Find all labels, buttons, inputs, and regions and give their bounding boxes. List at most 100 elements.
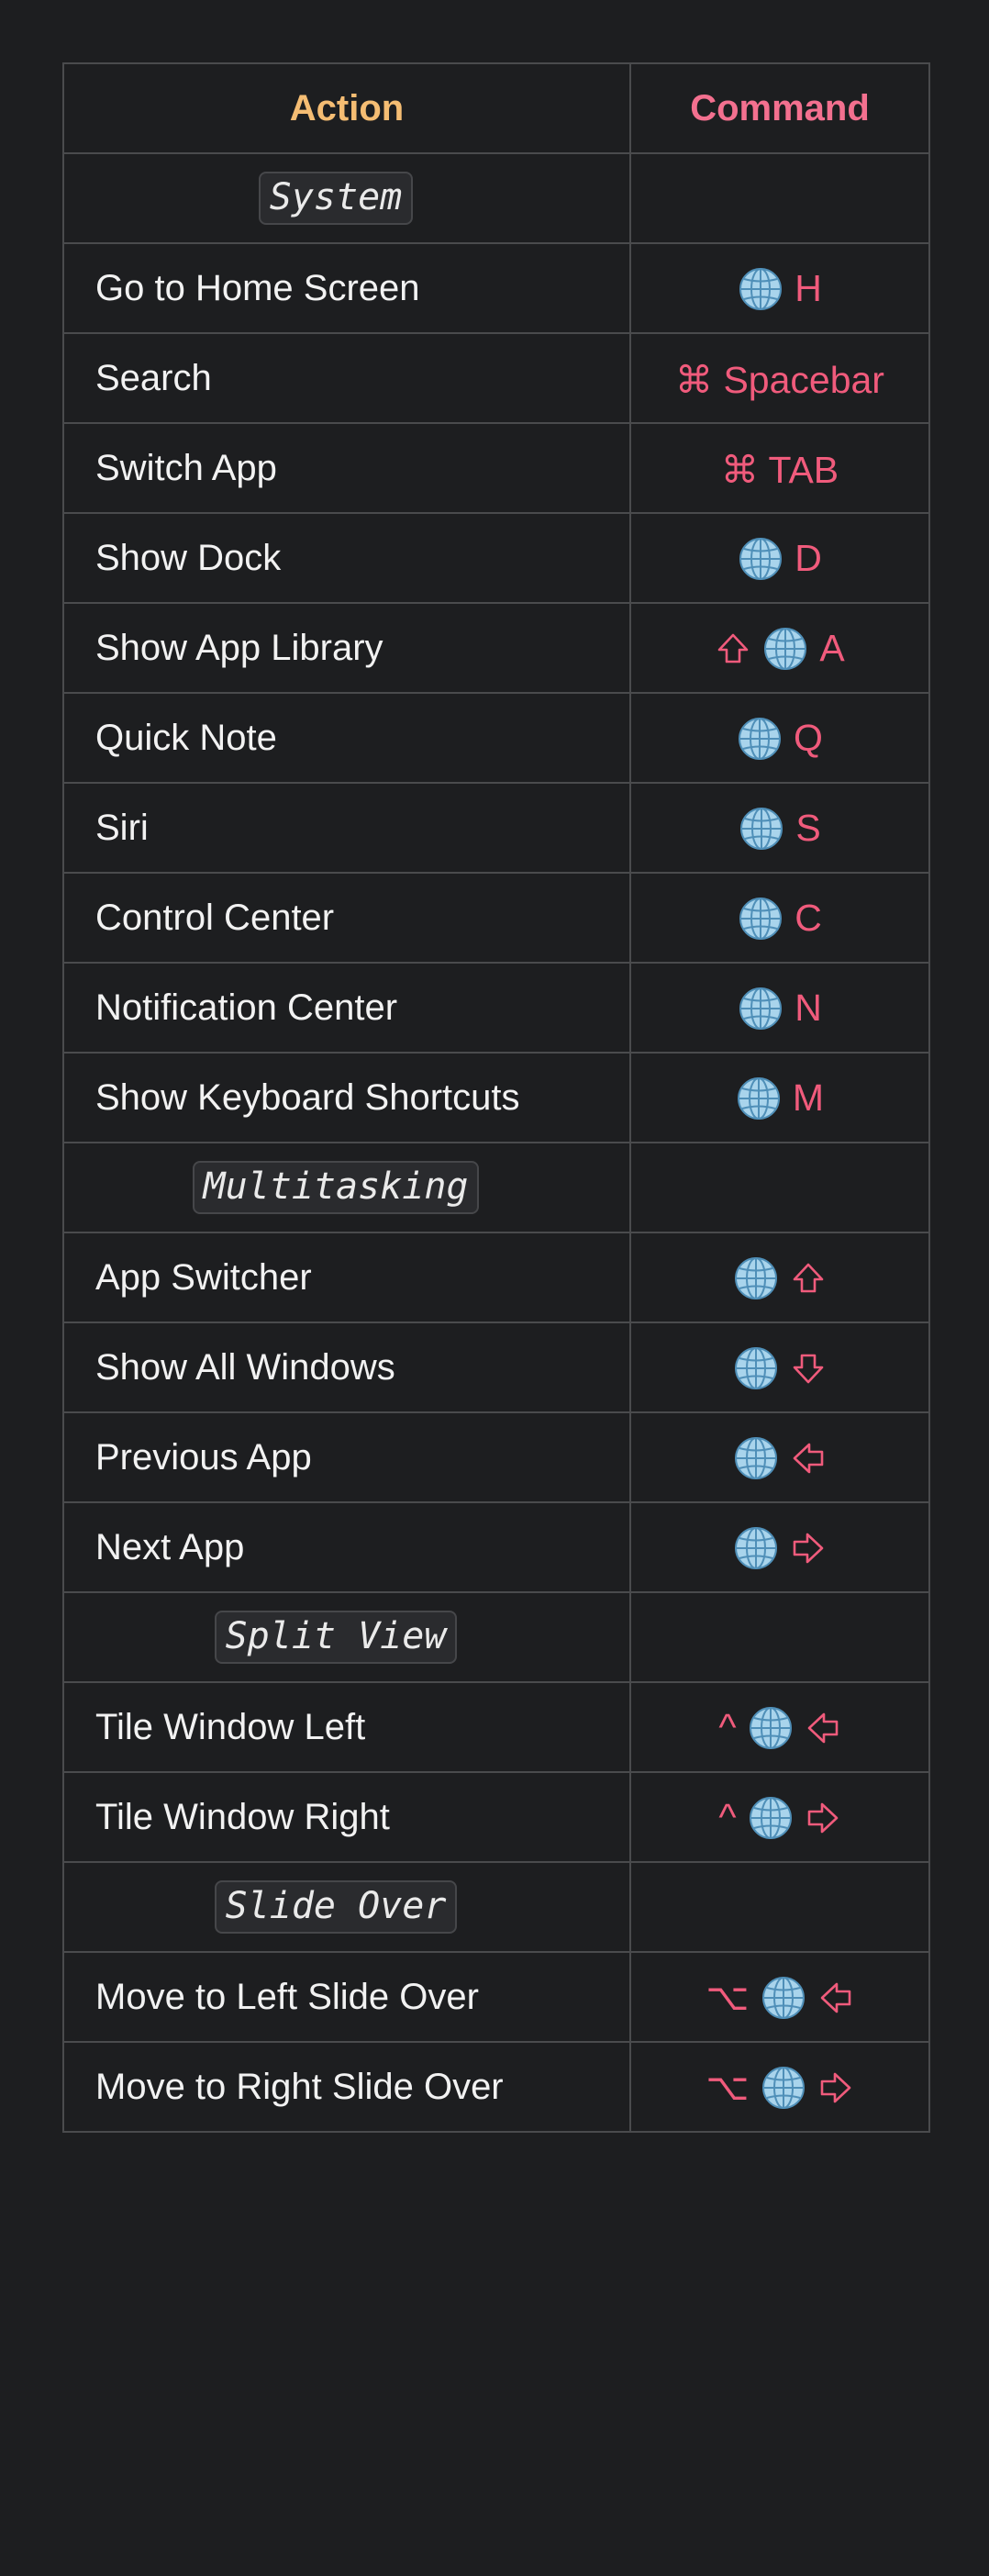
section-cell: Split View: [62, 1591, 631, 1683]
section-cell: System: [62, 152, 631, 244]
action-cell: Switch App: [62, 422, 631, 514]
globe-icon: [733, 1435, 779, 1481]
key-label: ^: [718, 1796, 737, 1839]
shortcut-row: Show Keyboard Shortcuts M: [62, 1052, 930, 1143]
arrow-left-icon: [817, 1979, 854, 2016]
key-label: M: [792, 1076, 825, 1120]
command-cell: ^: [629, 1681, 930, 1773]
shortcut-row: Control Center C: [62, 872, 930, 964]
shortcut-row: Quick Note Q: [62, 692, 930, 784]
key-label: H: [795, 267, 822, 310]
command-cell: [629, 1501, 930, 1593]
command-cell: ⌥: [629, 1951, 930, 2043]
section-label: System: [258, 172, 414, 225]
shortcut-row: Move to Right Slide Over ⌥: [62, 2041, 930, 2133]
command-cell: [629, 1411, 930, 1503]
action-cell: Show App Library: [62, 602, 631, 694]
shortcut-row: Tile Window Right ^: [62, 1771, 930, 1863]
command-cell: Q: [629, 692, 930, 784]
key-label: ⌥: [706, 1976, 750, 2019]
section-row: Slide Over: [62, 1861, 930, 1953]
command-cell: ^: [629, 1771, 930, 1863]
shift-icon: [715, 630, 751, 667]
globe-icon: [733, 1345, 779, 1391]
shortcut-row: Switch App ⌘ TAB: [62, 422, 930, 514]
action-cell: Go to Home Screen: [62, 242, 631, 334]
command-column-header: Command: [629, 62, 930, 154]
section-row: System: [62, 152, 930, 244]
action-cell: Move to Right Slide Over: [62, 2041, 631, 2133]
command-cell: S: [629, 782, 930, 874]
command-cell: [629, 1321, 930, 1413]
globe-icon: [761, 2065, 806, 2111]
command-cell: ⌘ TAB: [629, 422, 930, 514]
shortcut-row: Go to Home Screen H: [62, 242, 930, 334]
key-label: D: [795, 537, 822, 580]
globe-icon: [738, 266, 783, 312]
header-row: Action Command: [62, 62, 930, 154]
section-row: Split View: [62, 1591, 930, 1683]
action-cell: Search: [62, 332, 631, 424]
section-label: Multitasking: [192, 1161, 480, 1214]
action-cell: Move to Left Slide Over: [62, 1951, 631, 2043]
arrow-left-icon: [790, 1440, 827, 1477]
section-empty-cell: [629, 1142, 930, 1233]
key-label: A: [819, 627, 845, 670]
shortcut-row: Show All Windows: [62, 1321, 930, 1413]
key-label: N: [795, 987, 822, 1030]
action-cell: Siri: [62, 782, 631, 874]
command-cell: ⌥: [629, 2041, 930, 2133]
action-cell: Previous App: [62, 1411, 631, 1503]
action-cell: App Switcher: [62, 1232, 631, 1323]
arrow-left-icon: [805, 1710, 841, 1746]
command-cell: ⌘ Spacebar: [629, 332, 930, 424]
globe-icon: [739, 806, 784, 852]
globe-icon: [733, 1255, 779, 1301]
shortcut-table: Action Command System Go to Home Screen H S…: [62, 62, 930, 2133]
shortcut-row: Show Dock D: [62, 512, 930, 604]
key-label: ⌘ Spacebar: [675, 359, 884, 402]
arrow-right-icon: [805, 1800, 841, 1836]
globe-icon: [733, 1525, 779, 1571]
table-body: System Go to Home Screen H Search ⌘ Spacebar…: [62, 152, 930, 2133]
globe-icon: [748, 1705, 794, 1751]
section-label: Slide Over: [214, 1880, 458, 1934]
arrow-down-icon: [790, 1350, 827, 1387]
key-label: Q: [794, 717, 823, 760]
command-cell: N: [629, 962, 930, 1054]
section-empty-cell: [629, 1861, 930, 1953]
arrow-right-icon: [817, 2069, 854, 2106]
action-cell: Show Dock: [62, 512, 631, 604]
action-cell: Show All Windows: [62, 1321, 631, 1413]
key-label: S: [795, 807, 821, 850]
command-cell: C: [629, 872, 930, 964]
command-cell: [629, 1232, 930, 1323]
globe-icon: [738, 986, 783, 1032]
action-cell: Quick Note: [62, 692, 631, 784]
command-cell: M: [629, 1052, 930, 1143]
shortcut-row: Move to Left Slide Over ⌥: [62, 1951, 930, 2043]
globe-icon: [737, 716, 783, 762]
globe-icon: [748, 1795, 794, 1841]
command-cell: D: [629, 512, 930, 604]
section-empty-cell: [629, 1591, 930, 1683]
key-label: ^: [718, 1706, 737, 1749]
section-label: Split View: [214, 1611, 458, 1664]
arrow-up-icon: [790, 1260, 827, 1297]
action-column-header: Action: [62, 62, 631, 154]
shortcut-row: Siri S: [62, 782, 930, 874]
key-label: C: [795, 897, 822, 940]
globe-icon: [738, 896, 783, 942]
section-empty-cell: [629, 152, 930, 244]
section-cell: Slide Over: [62, 1861, 631, 1953]
globe-icon: [761, 1975, 806, 2021]
shortcut-row: Search ⌘ Spacebar: [62, 332, 930, 424]
shortcut-row: Tile Window Left ^: [62, 1681, 930, 1773]
action-cell: Show Keyboard Shortcuts: [62, 1052, 631, 1143]
shortcut-row: Previous App: [62, 1411, 930, 1503]
command-cell: H: [629, 242, 930, 334]
globe-icon: [762, 626, 808, 672]
shortcut-row: Next App: [62, 1501, 930, 1593]
action-cell: Next App: [62, 1501, 631, 1593]
arrow-right-icon: [790, 1530, 827, 1567]
